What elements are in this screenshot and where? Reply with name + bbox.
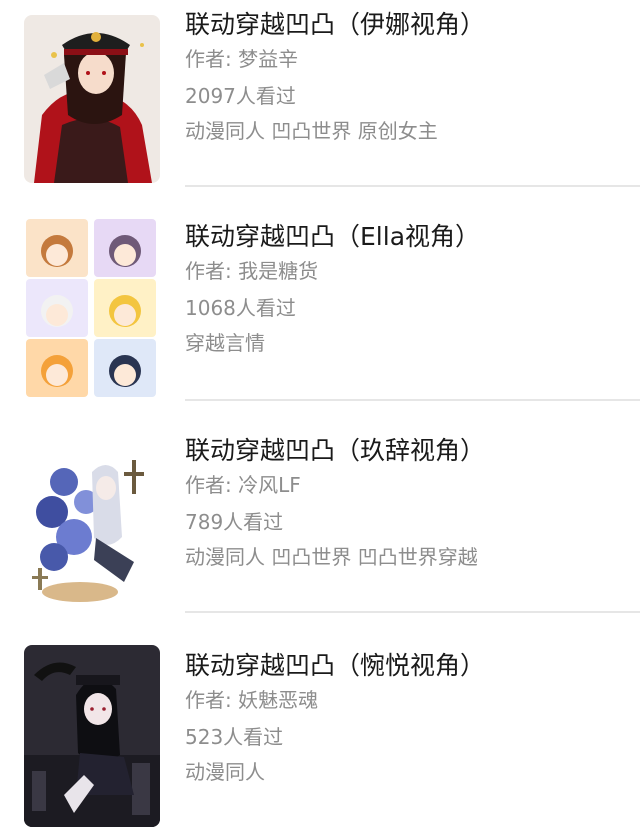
book-cover-image[interactable] (24, 645, 160, 827)
book-item-2[interactable]: 联动穿越凹凸（Ella视角） 作者: 我是糖货 1068人看过 穿越言情 (0, 217, 640, 402)
book-tags: 穿越言情 (185, 331, 265, 355)
book-tags: 动漫同人 (185, 760, 265, 784)
book-tags: 动漫同人 凹凸世界 凹凸世界穿越 (185, 545, 478, 569)
book-list: 联动穿越凹凸（伊娜视角） 作者: 梦益辛 2097人看过 动漫同人 凹凸世界 原… (0, 0, 640, 840)
book-author: 作者: 我是糖货 (185, 259, 319, 283)
book-author: 作者: 妖魅恶魂 (185, 688, 319, 712)
book-cover-image[interactable] (24, 15, 160, 183)
book-item-1[interactable]: 联动穿越凹凸（伊娜视角） 作者: 梦益辛 2097人看过 动漫同人 凹凸世界 原… (0, 10, 640, 186)
book-view-count: 2097人看过 (185, 84, 296, 108)
book-title[interactable]: 联动穿越凹凸（Ella视角） (185, 222, 480, 252)
book-author: 作者: 冷风LF (185, 473, 301, 497)
book-title[interactable]: 联动穿越凹凸（玖辞视角） (185, 436, 485, 466)
book-item-4[interactable]: 联动穿越凹凸（惋悦视角） 作者: 妖魅恶魂 523人看过 动漫同人 (0, 645, 640, 831)
book-view-count: 523人看过 (185, 725, 284, 749)
book-view-count: 789人看过 (185, 510, 284, 534)
book-author: 作者: 梦益辛 (185, 47, 299, 71)
divider (185, 611, 640, 613)
book-cover-image[interactable] (24, 217, 160, 399)
divider (185, 185, 640, 187)
book-title[interactable]: 联动穿越凹凸（伊娜视角） (185, 10, 485, 40)
divider (185, 399, 640, 401)
book-view-count: 1068人看过 (185, 296, 296, 320)
book-cover-image[interactable] (24, 442, 160, 610)
book-tags: 动漫同人 凹凸世界 原创女主 (185, 119, 438, 143)
book-item-3[interactable]: 联动穿越凹凸（玖辞视角） 作者: 冷风LF 789人看过 动漫同人 凹凸世界 凹… (0, 436, 640, 616)
book-title[interactable]: 联动穿越凹凸（惋悦视角） (185, 651, 485, 681)
